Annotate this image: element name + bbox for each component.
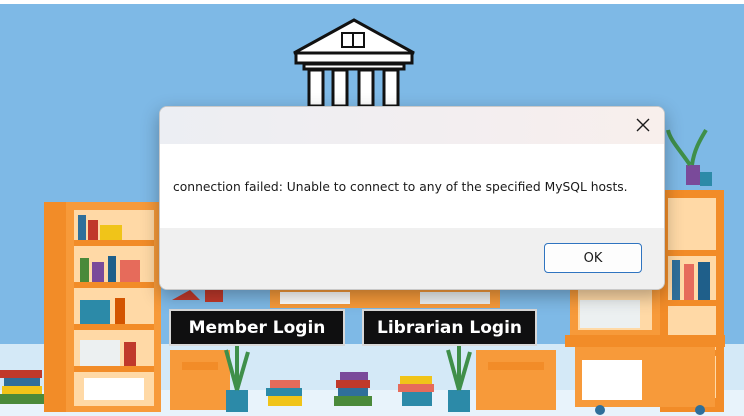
librarian-login-button[interactable]: Librarian Login bbox=[362, 309, 537, 346]
dialog-close-button[interactable] bbox=[626, 109, 660, 141]
member-login-button[interactable]: Member Login bbox=[169, 309, 345, 346]
close-icon bbox=[636, 118, 650, 132]
dialog-body: connection failed: Unable to connect to … bbox=[160, 144, 664, 228]
left-bookshelf bbox=[44, 202, 161, 412]
error-dialog: connection failed: Unable to connect to … bbox=[159, 106, 665, 290]
dialog-titlebar bbox=[160, 107, 664, 144]
dialog-footer: OK bbox=[160, 228, 664, 289]
ok-button[interactable]: OK bbox=[544, 243, 642, 273]
error-message: connection failed: Unable to connect to … bbox=[173, 180, 628, 194]
